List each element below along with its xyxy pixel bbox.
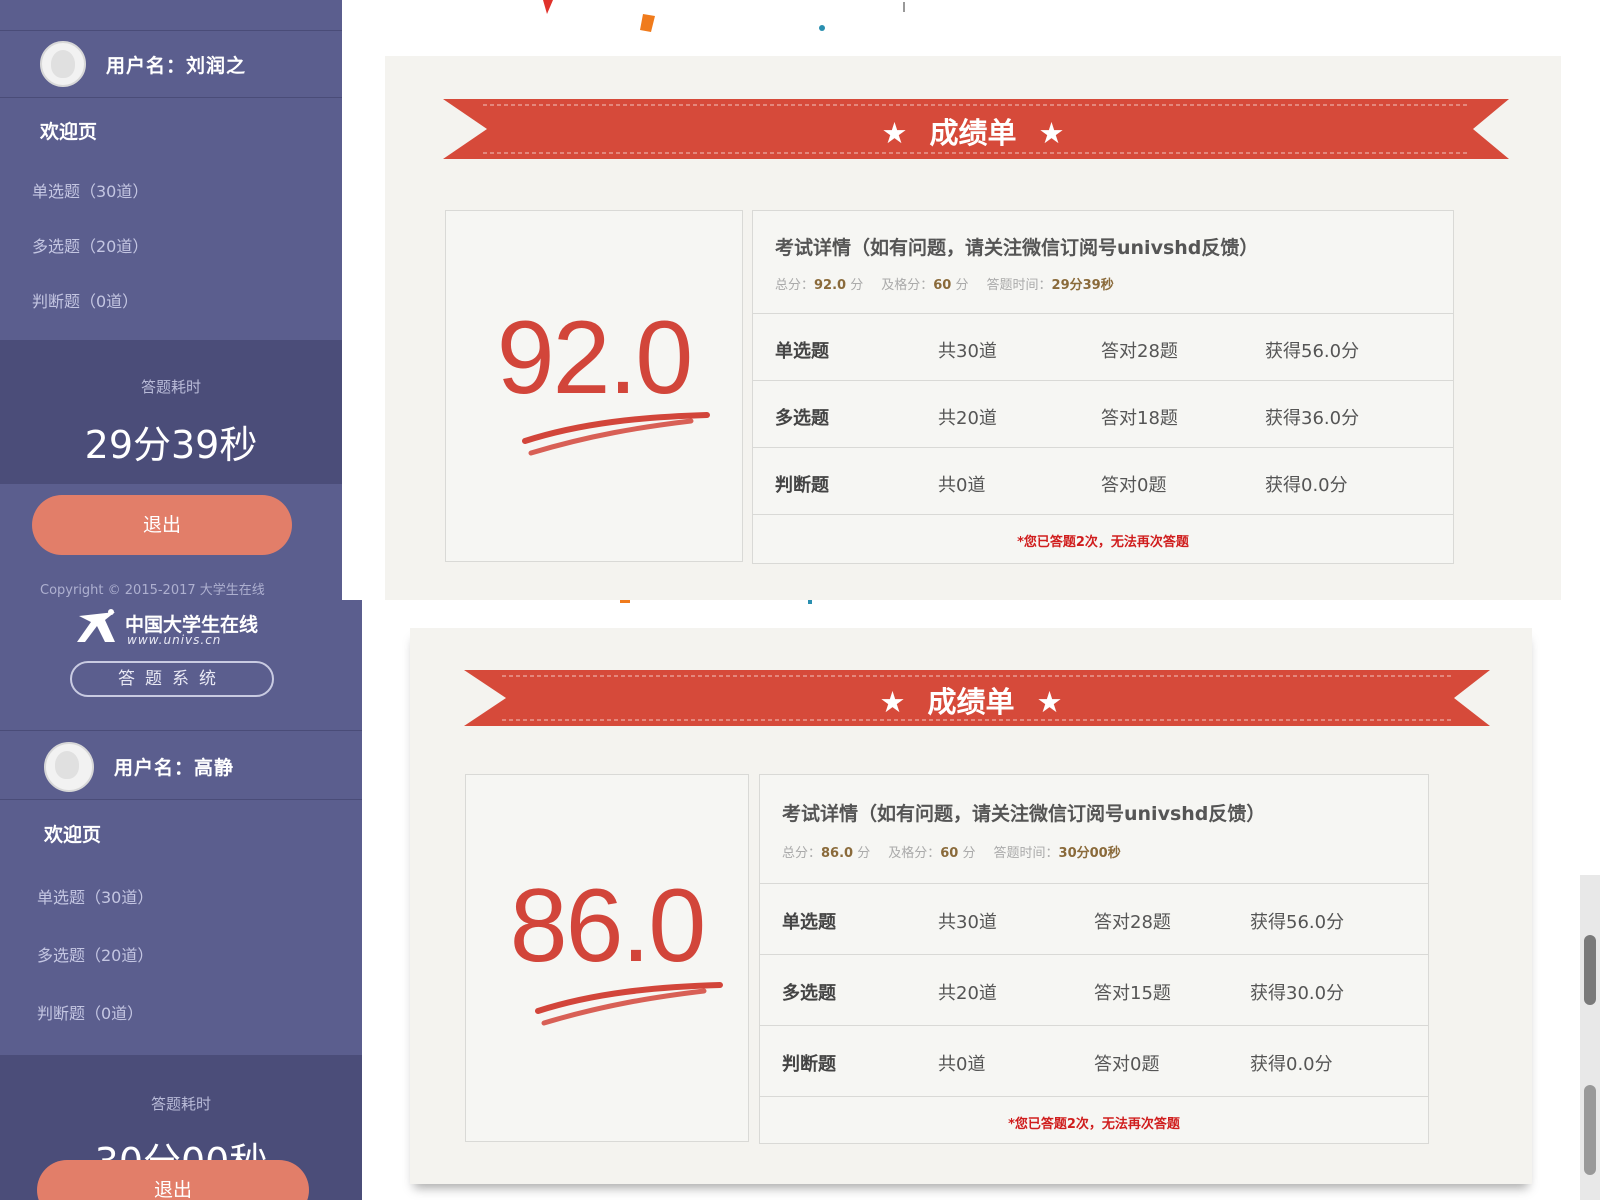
score-value: 86.0 xyxy=(509,868,706,984)
row-correct: 答对28题 xyxy=(1094,912,1171,933)
system-badge: 答题系统 xyxy=(70,661,274,697)
row-type: 多选题 xyxy=(782,983,836,1004)
row-points: 获得30.0分 xyxy=(1250,983,1345,1004)
row-total: 共30道 xyxy=(938,341,997,362)
row-type: 单选题 xyxy=(775,341,829,362)
nav-multi-choice[interactable]: 多选题（20道） xyxy=(32,233,148,257)
row-correct: 答对28题 xyxy=(1101,341,1178,362)
timer-label: 答题耗时 xyxy=(150,1095,211,1113)
row-total: 共0道 xyxy=(938,1054,986,1075)
table-row: 单选题 共30道 答对28题 获得56.0分 xyxy=(760,883,1428,955)
row-points: 获得0.0分 xyxy=(1265,475,1348,496)
details-title: 考试详情（如有问题，请关注微信订阅号univshd反馈） xyxy=(782,803,1266,825)
result-card: ★ 成绩单 ★ 86.0 考试详情（如有问题，请关注微信订阅号univshd反馈） … xyxy=(410,628,1532,1184)
row-correct: 答对15题 xyxy=(1094,983,1171,1004)
avatar xyxy=(44,742,94,792)
score-box: 86.0 xyxy=(465,774,749,1142)
avatar xyxy=(40,41,86,87)
logo-mark-icon xyxy=(77,609,115,642)
timer-box: 答题耗时 29分39秒 xyxy=(0,340,342,484)
username: 用户名：刘润之 xyxy=(106,55,247,77)
row-points: 获得0.0分 xyxy=(1250,1054,1333,1075)
nav-welcome[interactable]: 欢迎页 xyxy=(40,117,97,144)
row-type: 判断题 xyxy=(775,475,829,496)
row-total: 共0道 xyxy=(938,475,986,496)
row-type: 多选题 xyxy=(775,408,829,429)
retry-notice: *您已答题2次，无法再次答题 xyxy=(1017,535,1189,550)
logout-button[interactable]: 退出 xyxy=(32,495,292,555)
ribbon-title: 成绩单 xyxy=(927,685,1015,719)
table-row: 单选题 共30道 答对28题 获得56.0分 xyxy=(753,313,1453,381)
scrollbar[interactable] xyxy=(1580,875,1600,1200)
score-value: 92.0 xyxy=(496,300,693,416)
sidebar: 中国大学生在线 www.univs.cn 答题系统 用户名：高静 欢迎页 单选题… xyxy=(0,600,362,1200)
details-header: 考试详情（如有问题，请关注微信订阅号univshd反馈） 总分：92.0 分及格… xyxy=(753,211,1453,314)
copyright: Copyright © 2015-2017 大学生在线 xyxy=(40,583,265,598)
user-info: 用户名：高静 xyxy=(0,730,362,800)
screenshot-panel-1: 用户名：刘润之 欢迎页 单选题（30道） 多选题（20道） 判断题（0道） 答题… xyxy=(0,0,1600,600)
star-icon: ★ xyxy=(879,685,906,719)
row-total: 共20道 xyxy=(938,983,997,1004)
details-table: 考试详情（如有问题，请关注微信订阅号univshd反馈） 总分：92.0 分及格… xyxy=(752,210,1454,564)
confetti-decoration xyxy=(543,0,905,32)
star-icon: ★ xyxy=(1038,116,1065,150)
underline-swoosh xyxy=(535,982,723,1026)
user-info: 用户名：刘润之 xyxy=(0,30,342,98)
result-card: ★ 成绩单 ★ 92.0 考试详情（如有问题，请关注微信订阅号univshd反馈） … xyxy=(385,56,1561,600)
row-correct: 答对18题 xyxy=(1101,408,1178,429)
star-icon: ★ xyxy=(881,116,908,150)
timer-label: 答题耗时 xyxy=(140,378,201,396)
username: 用户名：高静 xyxy=(114,757,235,779)
logout-button[interactable]: 退出 xyxy=(37,1160,309,1200)
ribbon-title-row: ★ 成绩单 ★ xyxy=(410,679,1532,721)
timer-value: 29分39秒 xyxy=(84,423,258,467)
ribbon-title-row: ★ 成绩单 ★ xyxy=(385,110,1561,152)
scrollbar-thumb[interactable] xyxy=(1584,935,1596,1005)
ribbon-title: 成绩单 xyxy=(929,116,1017,150)
details-title: 考试详情（如有问题，请关注微信订阅号univshd反馈） xyxy=(775,237,1259,259)
scrollbar-thumb[interactable] xyxy=(1584,1085,1596,1175)
confetti-decoration xyxy=(620,600,812,604)
nav-true-false[interactable]: 判断题（0道） xyxy=(32,288,138,312)
nav-single-choice[interactable]: 单选题（30道） xyxy=(32,178,148,202)
logo: 中国大学生在线 www.univs.cn xyxy=(75,606,285,647)
nav-welcome[interactable]: 欢迎页 xyxy=(44,820,101,847)
nav-true-false[interactable]: 判断题（0道） xyxy=(37,1000,143,1024)
row-type: 判断题 xyxy=(782,1054,836,1075)
row-correct: 答对0题 xyxy=(1094,1054,1160,1075)
row-total: 共30道 xyxy=(938,912,997,933)
retry-notice: *您已答题2次，无法再次答题 xyxy=(1008,1117,1180,1132)
star-icon: ★ xyxy=(1036,685,1063,719)
nav-multi-choice[interactable]: 多选题（20道） xyxy=(37,942,153,966)
details-table: 考试详情（如有问题，请关注微信订阅号univshd反馈） 总分：86.0 分及格… xyxy=(759,774,1429,1144)
table-row: 判断题 共0道 答对0题 获得0.0分 xyxy=(753,447,1453,515)
underline-swoosh xyxy=(522,412,710,456)
row-points: 获得56.0分 xyxy=(1250,912,1345,933)
score-summary: 总分：86.0 分及格分：60 分答题时间：30分00秒 xyxy=(782,846,1121,861)
row-correct: 答对0题 xyxy=(1101,475,1167,496)
row-type: 单选题 xyxy=(782,912,836,933)
row-total: 共20道 xyxy=(938,408,997,429)
logo-url: www.univs.cn xyxy=(127,633,222,647)
screenshot-panel-2: 中国大学生在线 www.univs.cn 答题系统 用户名：高静 欢迎页 单选题… xyxy=(0,600,1600,1200)
details-header: 考试详情（如有问题，请关注微信订阅号univshd反馈） 总分：86.0 分及格… xyxy=(760,775,1428,884)
nav-single-choice[interactable]: 单选题（30道） xyxy=(37,884,153,908)
table-row: 多选题 共20道 答对18题 获得36.0分 xyxy=(753,380,1453,448)
table-row: 多选题 共20道 答对15题 获得30.0分 xyxy=(760,954,1428,1026)
table-row: 判断题 共0道 答对0题 获得0.0分 xyxy=(760,1025,1428,1097)
sidebar: 用户名：刘润之 欢迎页 单选题（30道） 多选题（20道） 判断题（0道） 答题… xyxy=(0,0,342,600)
score-box: 92.0 xyxy=(445,210,743,562)
score-summary: 总分：92.0 分及格分：60 分答题时间：29分39秒 xyxy=(775,278,1114,293)
row-points: 获得56.0分 xyxy=(1265,341,1360,362)
row-points: 获得36.0分 xyxy=(1265,408,1360,429)
